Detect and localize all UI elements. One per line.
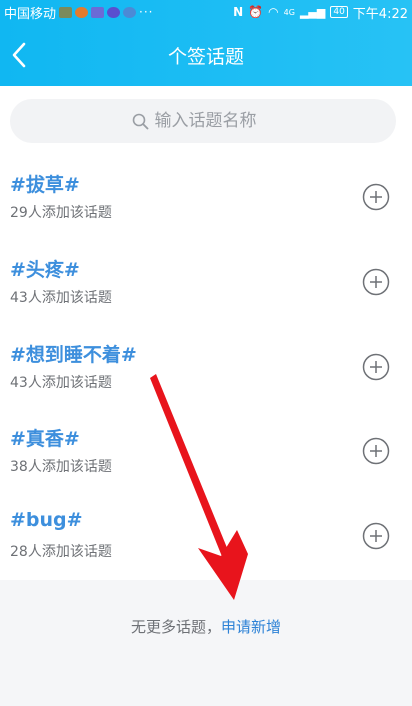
topic-title: #bug#	[10, 509, 83, 532]
page-title: 个签话题	[167, 45, 244, 68]
plus-circle-icon[interactable]	[362, 268, 390, 296]
back-button[interactable]	[4, 40, 34, 70]
topic-row[interactable]: #拔草# 29人添加该话题	[0, 156, 412, 241]
topic-row[interactable]: #头疼# 43人添加该话题	[0, 241, 412, 326]
chevron-left-icon	[12, 42, 26, 68]
status-left: 中国移动 ···	[4, 3, 153, 22]
app-notification-icon	[59, 6, 73, 18]
topic-title: #头疼#	[10, 258, 80, 281]
topic-count: 28人添加该话题	[10, 544, 112, 561]
nfc-icon: N	[233, 5, 244, 19]
alarm-icon: ⏰	[248, 5, 264, 19]
list-footer: 无更多话题，申请新增	[0, 580, 412, 706]
topic-row[interactable]: #想到睡不着# 43人添加该话题	[0, 326, 412, 411]
footer-text: 无更多话题，申请新增	[0, 616, 412, 637]
more-notifications-icon: ···	[139, 5, 154, 19]
topic-count: 29人添加该话题	[10, 205, 112, 221]
topic-title: #拔草#	[10, 174, 80, 196]
app-notification-icon	[123, 6, 137, 18]
network-badge: 4G	[283, 7, 295, 17]
no-more-text: 无更多话题，	[130, 618, 221, 636]
topic-title: #真香#	[10, 428, 80, 451]
search-input[interactable]	[154, 111, 275, 131]
plus-circle-icon[interactable]	[362, 437, 390, 465]
plus-circle-icon[interactable]	[362, 183, 390, 211]
signal-icon: ▂▄▆	[299, 5, 326, 19]
search-box[interactable]	[10, 99, 396, 143]
search-area	[0, 86, 412, 156]
carrier-label: 中国移动	[4, 6, 57, 22]
app-notification-icon	[107, 6, 121, 18]
topic-count: 38人添加该话题	[10, 459, 112, 476]
plus-circle-icon[interactable]	[362, 522, 390, 550]
topic-title: #想到睡不着#	[10, 343, 137, 366]
status-time: 下午4:22	[352, 6, 408, 22]
app-notification-icon	[91, 6, 105, 18]
topic-row[interactable]: #真香# 38人添加该话题	[0, 410, 412, 495]
battery-icon: 40	[330, 6, 348, 18]
request-new-topic-link[interactable]: 申请新增	[221, 618, 281, 636]
plus-circle-icon[interactable]	[362, 353, 390, 381]
wifi-icon: ◠	[268, 5, 279, 19]
topic-list: #拔草# 29人添加该话题 #头疼# 43人添加该话题 #想到睡不着# 43人添…	[0, 156, 412, 580]
nav-bar: 个签话题	[0, 24, 412, 86]
search-icon	[132, 113, 148, 129]
topic-count: 43人添加该话题	[10, 374, 112, 391]
topic-count: 43人添加该话题	[10, 289, 112, 306]
app-notification-icon	[75, 6, 89, 18]
status-bar: 中国移动 ··· N ⏰ ◠ 4G ▂▄▆ 40 下午4:22	[0, 0, 412, 24]
status-right: N ⏰ ◠ 4G ▂▄▆ 40 下午4:22	[233, 3, 408, 22]
topic-row[interactable]: #bug# 28人添加该话题	[0, 495, 412, 580]
